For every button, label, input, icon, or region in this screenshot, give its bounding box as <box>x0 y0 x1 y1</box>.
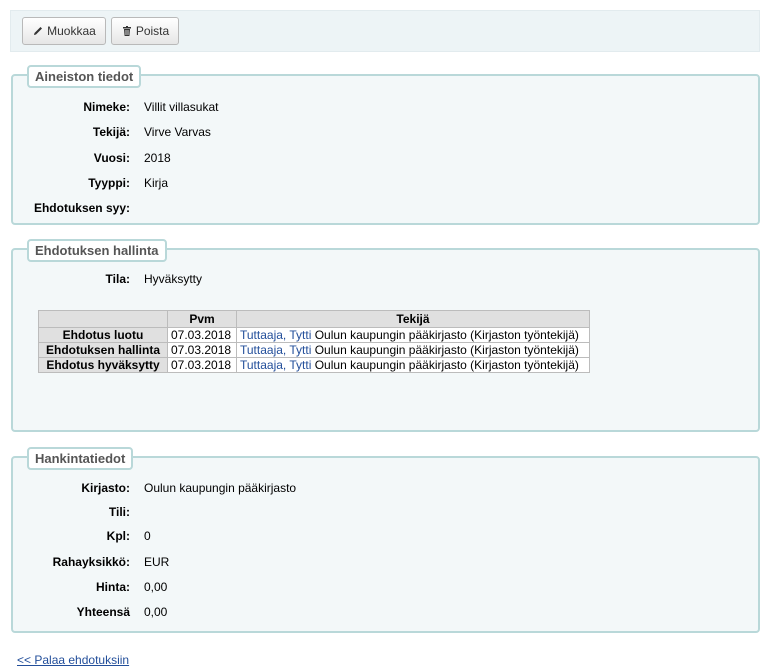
author-label: Tekijä: <box>92 125 130 139</box>
history-date: 07.03.2018 <box>167 342 237 358</box>
history-header-row: Pvm Tekijä <box>38 310 590 328</box>
trash-icon <box>121 25 133 37</box>
title-label: Nimeke: <box>83 100 130 114</box>
library-value: Oulun kaupungin pääkirjasto <box>144 481 297 495</box>
type-label: Tyyppi: <box>88 176 130 190</box>
edit-button-label: Muokkaa <box>47 24 96 38</box>
status-value: Hyväksytty <box>144 272 203 286</box>
history-date: 07.03.2018 <box>167 357 237 373</box>
history-user-link[interactable]: Tuttaaja, Tytti <box>240 358 311 372</box>
history-user-link[interactable]: Tuttaaja, Tytti <box>240 343 311 357</box>
history-date: 07.03.2018 <box>167 327 237 343</box>
history-table: Pvm Tekijä Ehdotus luotu 07.03.2018 Tutt… <box>38 310 590 373</box>
price-value: 0,00 <box>144 580 168 594</box>
history-header-date: Pvm <box>167 310 237 328</box>
edit-button[interactable]: Muokkaa <box>22 17 106 45</box>
delete-button-label: Poista <box>135 24 170 38</box>
quantity-value: 0 <box>144 529 151 543</box>
history-row: Ehdotus luotu 07.03.2018 Tuttaaja, Tytti… <box>38 327 590 343</box>
history-row: Ehdotus hyväksytty 07.03.2018 Tuttaaja, … <box>38 357 590 373</box>
currency-label: Rahayksikkö: <box>52 555 130 569</box>
history-event: Ehdotus luotu <box>38 327 168 343</box>
total-value: 0,00 <box>144 605 168 619</box>
year-value: 2018 <box>144 151 171 165</box>
type-value: Kirja <box>144 176 169 190</box>
title-value: Villit villasukat <box>144 100 219 114</box>
history-header-user: Tekijä <box>236 310 590 328</box>
year-label: Vuosi: <box>93 151 130 165</box>
history-library: Oulun kaupungin pääkirjasto (Kirjaston t… <box>314 343 579 357</box>
back-to-suggestions-link[interactable]: << Palaa ehdotuksiin <box>17 653 129 667</box>
total-label: Yhteensä <box>76 605 130 619</box>
account-label: Tili: <box>108 505 130 519</box>
history-user-cell: Tuttaaja, Tytti Oulun kaupungin pääkirja… <box>236 342 590 358</box>
history-user-link[interactable]: Tuttaaja, Tytti <box>240 328 311 342</box>
suggestion-management-section: Ehdotuksen hallinta Tila: Hyväksytty Pvm… <box>11 239 760 432</box>
history-library: Oulun kaupungin pääkirjasto (Kirjaston t… <box>314 358 579 372</box>
history-event: Ehdotuksen hallinta <box>38 342 168 358</box>
history-header-event <box>38 310 168 328</box>
price-label: Hinta: <box>96 580 130 594</box>
history-library: Oulun kaupungin pääkirjasto (Kirjaston t… <box>314 328 579 342</box>
reason-label: Ehdotuksen syy: <box>33 201 130 215</box>
library-label: Kirjasto: <box>81 481 130 495</box>
quantity-label: Kpl: <box>106 529 130 543</box>
material-info-section: Aineiston tiedot Nimeke: Villit villasuk… <box>11 65 760 225</box>
history-event: Ehdotus hyväksytty <box>38 357 168 373</box>
acquisition-legend: Hankintatiedot <box>27 447 134 470</box>
delete-button[interactable]: Poista <box>111 17 179 45</box>
currency-value: EUR <box>144 555 170 569</box>
history-user-cell: Tuttaaja, Tytti Oulun kaupungin pääkirja… <box>236 327 590 343</box>
suggestion-management-legend: Ehdotuksen hallinta <box>27 239 167 262</box>
toolbar: Muokkaa Poista <box>10 10 760 52</box>
history-row: Ehdotuksen hallinta 07.03.2018 Tuttaaja,… <box>38 342 590 358</box>
material-info-legend: Aineiston tiedot <box>27 65 142 88</box>
status-label: Tila: <box>105 272 130 286</box>
history-user-cell: Tuttaaja, Tytti Oulun kaupungin pääkirja… <box>236 357 590 373</box>
acquisition-section: Hankintatiedot Kirjasto: Oulun kaupungin… <box>11 447 760 633</box>
pencil-icon <box>32 25 44 37</box>
author-value: Virve Varvas <box>144 125 211 139</box>
